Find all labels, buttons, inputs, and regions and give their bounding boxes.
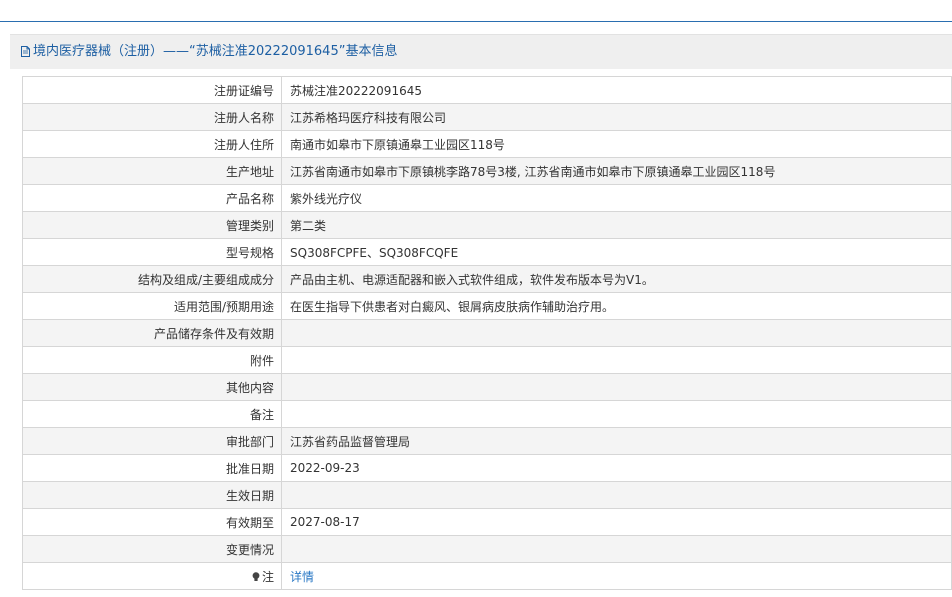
panel-header: 境内医疗器械（注册）——“苏械注准20222091645”基本信息 — [10, 34, 952, 69]
table-row: 注册人名称 江苏希格玛医疗科技有限公司 — [22, 103, 952, 131]
field-label: 注册人名称 — [22, 103, 282, 131]
field-value: 2022-09-23 — [281, 454, 952, 482]
field-label: 管理类别 — [22, 211, 282, 239]
field-value: 南通市如皋市下原镇通皋工业园区118号 — [281, 130, 952, 158]
field-label: 附件 — [22, 346, 282, 374]
table-row: 备注 — [22, 400, 952, 428]
field-label: 生产地址 — [22, 157, 282, 185]
table-row: 附件 — [22, 346, 952, 374]
lightbulb-icon — [252, 571, 260, 581]
table-row: 产品名称 紫外线光疗仪 — [22, 184, 952, 212]
note-value-cell: 详情 — [281, 562, 952, 590]
field-label: 型号规格 — [22, 238, 282, 266]
field-label: 适用范围/预期用途 — [22, 292, 282, 320]
field-label: 有效期至 — [22, 508, 282, 536]
field-value: 江苏省南通市如皋市下原镇桃李路78号3楼, 江苏省南通市如皋市下原镇通皋工业园区… — [281, 157, 952, 185]
table-row: 管理类别 第二类 — [22, 211, 952, 239]
table-row: 变更情况 — [22, 535, 952, 563]
field-label: 产品名称 — [22, 184, 282, 212]
field-label: 产品储存条件及有效期 — [22, 319, 282, 347]
top-divider — [0, 21, 952, 22]
field-value: SQ308FCPFE、SQ308FCQFE — [281, 238, 952, 266]
field-value — [281, 481, 952, 509]
table-row: 产品储存条件及有效期 — [22, 319, 952, 347]
table-row: 型号规格 SQ308FCPFE、SQ308FCQFE — [22, 238, 952, 266]
field-value — [281, 319, 952, 347]
page-title: 境内医疗器械（注册）——“苏械注准20222091645”基本信息 — [33, 44, 398, 59]
table-row: 批准日期 2022-09-23 — [22, 454, 952, 482]
field-value — [281, 373, 952, 401]
detail-table: 注册证编号 苏械注准20222091645 注册人名称 江苏希格玛医疗科技有限公司 注册… — [22, 76, 952, 590]
details-link[interactable]: 详情 — [290, 570, 314, 584]
field-value: 第二类 — [281, 211, 952, 239]
table-row: 生产地址 江苏省南通市如皋市下原镇桃李路78号3楼, 江苏省南通市如皋市下原镇通皋… — [22, 157, 952, 185]
field-value: 苏械注准20222091645 — [281, 76, 952, 104]
table-row: 生效日期 — [22, 481, 952, 509]
table-row: 其他内容 — [22, 373, 952, 401]
field-value: 2027-08-17 — [281, 508, 952, 536]
field-label: 批准日期 — [22, 454, 282, 482]
field-label: 生效日期 — [22, 481, 282, 509]
document-icon — [21, 46, 30, 57]
field-label: 变更情况 — [22, 535, 282, 563]
field-value: 紫外线光疗仪 — [281, 184, 952, 212]
table-row: 审批部门 江苏省药品监督管理局 — [22, 427, 952, 455]
note-label: 注 — [261, 569, 274, 584]
field-label: 结构及组成/主要组成成分 — [22, 265, 282, 293]
field-label: 审批部门 — [22, 427, 282, 455]
field-value — [281, 535, 952, 563]
field-label: 其他内容 — [22, 373, 282, 401]
table-row: 适用范围/预期用途 在医生指导下供患者对白癜风、银屑病皮肤病作辅助治疗用。 — [22, 292, 952, 320]
field-value: 在医生指导下供患者对白癜风、银屑病皮肤病作辅助治疗用。 — [281, 292, 952, 320]
field-label: 注册人住所 — [22, 130, 282, 158]
field-value — [281, 400, 952, 428]
field-value: 江苏希格玛医疗科技有限公司 — [281, 103, 952, 131]
table-row: 结构及组成/主要组成成分 产品由主机、电源适配器和嵌入式软件组成，软件发布版本号为… — [22, 265, 952, 293]
field-value: 产品由主机、电源适配器和嵌入式软件组成，软件发布版本号为V1。 — [281, 265, 952, 293]
info-panel: 境内医疗器械（注册）——“苏械注准20222091645”基本信息 注册证编号苏… — [10, 34, 952, 597]
table-row: 注册人住所 南通市如皋市下原镇通皋工业园区118号 — [22, 130, 952, 158]
note-label-cell: 注 — [22, 562, 282, 590]
note-row: 注 详情 — [22, 562, 952, 590]
field-label: 注册证编号 — [22, 76, 282, 104]
table-row: 有效期至 2027-08-17 — [22, 508, 952, 536]
field-value — [281, 346, 952, 374]
field-value: 江苏省药品监督管理局 — [281, 427, 952, 455]
field-label: 备注 — [22, 400, 282, 428]
table-row: 注册证编号 苏械注准20222091645 — [22, 76, 952, 104]
